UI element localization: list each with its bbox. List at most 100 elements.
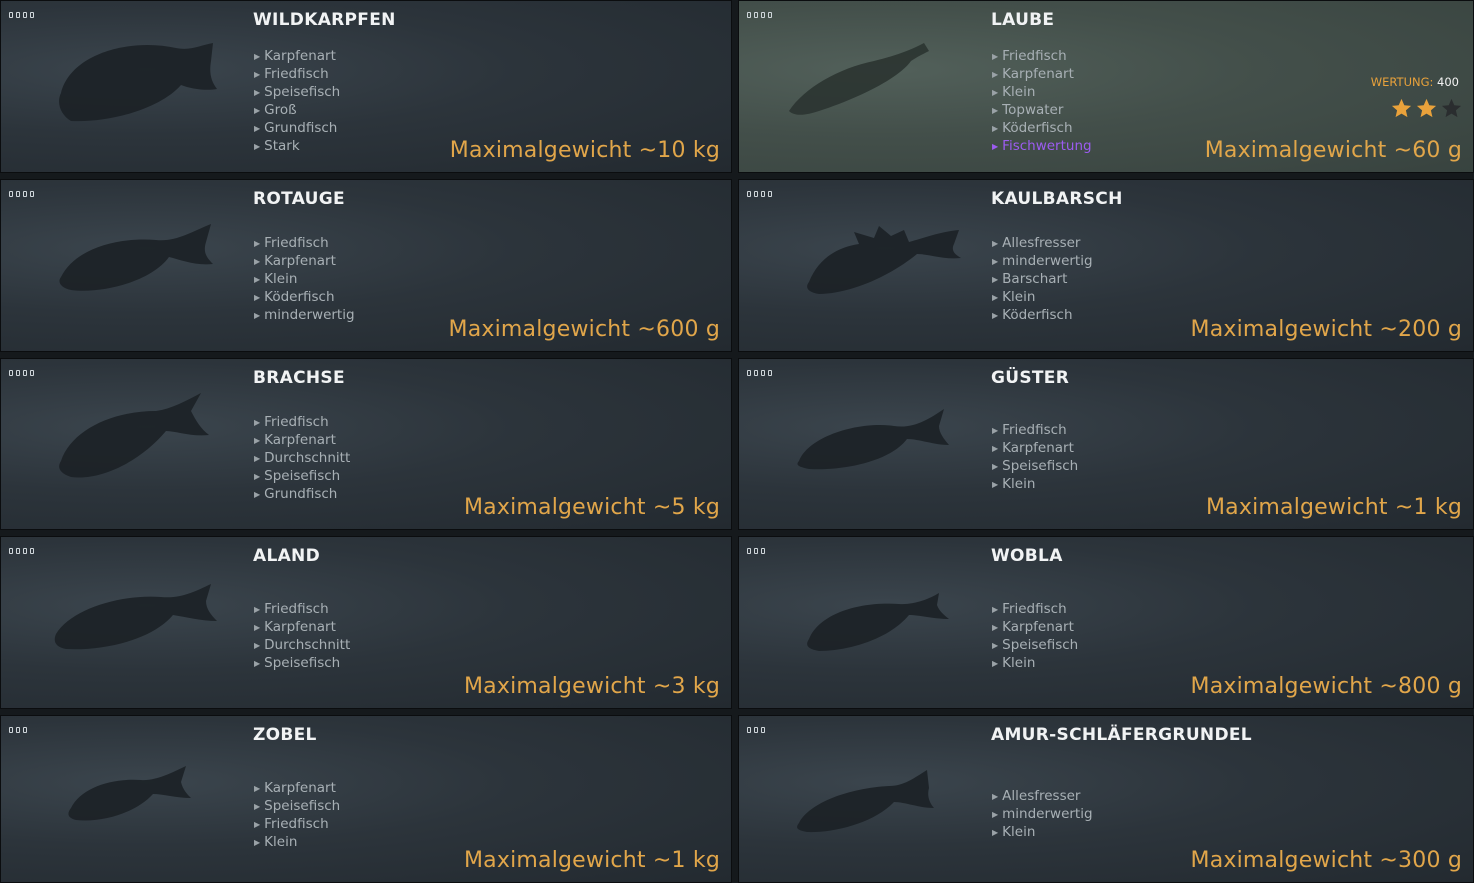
tag-label: Friedfisch <box>264 816 329 832</box>
difficulty-dot <box>30 191 34 197</box>
tag-label: Durchschnitt <box>264 450 351 466</box>
tag-arrow-icon: ▶ <box>254 436 261 445</box>
fish-card-amur-schläfergrundel[interactable]: AMUR-SCHLÄFERGRUNDEL ▶ Allesfresser ▶ minder… <box>738 715 1474 883</box>
tag-arrow-icon: ▶ <box>254 472 261 481</box>
tag-label: Köderfisch <box>1002 120 1073 136</box>
fish-card-rotauge[interactable]: ROTAUGE ▶ Friedfisch ▶ Karpfenart ▶ Klein ▶ Köde… <box>0 179 732 352</box>
fish-name: AMUR-SCHLÄFERGRUNDEL <box>991 725 1252 745</box>
rating-label: WERTUNG: <box>1370 75 1434 89</box>
fish-tag: ▶ Klein <box>992 84 1092 102</box>
tag-arrow-icon: ▶ <box>992 828 999 837</box>
fish-card-zobel[interactable]: ZOBEL ▶ Karpfenart ▶ Speisefisch ▶ Friedfisch ▶… <box>0 715 732 883</box>
fish-tag: ▶ Karpfenart <box>254 253 355 271</box>
fish-silhouette-icon <box>807 226 961 294</box>
fish-card-brachse[interactable]: BRACHSE ▶ Friedfisch ▶ Karpfenart ▶ Durchschni… <box>0 358 732 530</box>
tag-arrow-icon: ▶ <box>992 641 999 650</box>
tag-label: Friedfisch <box>264 66 329 82</box>
fish-tag: ▶ Friedfisch <box>254 816 340 834</box>
star-filled-icon <box>1416 98 1437 118</box>
tag-arrow-icon: ▶ <box>992 52 999 61</box>
tag-arrow-icon: ▶ <box>992 426 999 435</box>
tag-label: Speisefisch <box>264 655 341 671</box>
difficulty-dot <box>754 12 758 18</box>
fish-tag-list: ▶ Friedfisch ▶ Karpfenart ▶ Speisefisch ▶ Klein <box>992 601 1078 673</box>
fish-tag: ▶ Klein <box>254 271 355 289</box>
fish-card-wildkarpfen[interactable]: WILDKARPFEN ▶ Karpfenart ▶ Friedfisch ▶ Speise… <box>0 0 732 173</box>
tag-label: Karpfenart <box>1002 619 1074 635</box>
tag-label: Speisefisch <box>264 798 341 814</box>
difficulty-dot <box>761 548 765 554</box>
tag-arrow-icon: ▶ <box>254 820 261 829</box>
tag-label: Friedfisch <box>264 601 329 617</box>
fish-tag: ▶ minderwertig <box>992 253 1093 271</box>
fish-tag: ▶ Klein <box>254 834 340 852</box>
fish-tag: ▶ Klein <box>992 476 1078 494</box>
fish-card-kaulbarsch[interactable]: KAULBARSCH ▶ Allesfresser ▶ minderwertig ▶ Bar… <box>738 179 1474 352</box>
tag-arrow-icon: ▶ <box>254 659 261 668</box>
fish-tag: ▶ Grundfisch <box>254 486 350 504</box>
max-weight: Maximalgewicht ~600 g <box>448 317 720 342</box>
tag-label: Speisefisch <box>1002 637 1079 653</box>
fish-tag: ▶ Allesfresser <box>992 788 1093 806</box>
tag-arrow-icon: ▶ <box>992 124 999 133</box>
fish-tag: ▶ Klein <box>992 824 1093 842</box>
difficulty-dot <box>9 727 13 733</box>
max-weight: Maximalgewicht ~800 g <box>1190 674 1462 699</box>
fish-tag-list: ▶ Karpfenart ▶ Speisefisch ▶ Friedfisch ▶ Klein <box>254 780 340 852</box>
fish-card-wobla[interactable]: WOBLA ▶ Friedfisch ▶ Karpfenart ▶ Speisefisch ▶… <box>738 536 1474 709</box>
max-weight: Maximalgewicht ~1 kg <box>463 848 720 873</box>
tag-label: Karpfenart <box>264 619 336 635</box>
tag-arrow-icon: ▶ <box>254 454 261 463</box>
max-weight: Maximalgewicht ~200 g <box>1190 317 1462 342</box>
tag-arrow-icon: ▶ <box>254 275 261 284</box>
max-weight: Maximalgewicht ~5 kg <box>463 495 720 520</box>
tag-label: Allesfresser <box>1002 235 1081 251</box>
difficulty-dot <box>754 548 758 554</box>
tag-label: Friedfisch <box>1002 48 1067 64</box>
difficulty-dot <box>9 191 13 197</box>
tag-label: Karpfenart <box>264 48 336 64</box>
fish-rating-link[interactable]: ▶ Fischwertung <box>992 138 1092 156</box>
fish-tag: ▶ Durchschnitt <box>254 637 350 655</box>
difficulty-dot <box>23 191 27 197</box>
difficulty-dot <box>761 12 765 18</box>
difficulty-indicator <box>747 548 765 554</box>
difficulty-indicator <box>9 191 34 197</box>
fish-tag-list: ▶ Friedfisch ▶ Karpfenart ▶ Speisefisch ▶ Klein <box>992 422 1078 494</box>
fish-tag: ▶ Köderfisch <box>992 307 1093 325</box>
difficulty-dot <box>30 548 34 554</box>
tag-arrow-icon: ▶ <box>992 311 999 320</box>
tag-arrow-icon: ▶ <box>254 490 261 499</box>
max-weight: Maximalgewicht ~3 kg <box>463 674 720 699</box>
tag-label: Karpfenart <box>1002 66 1074 82</box>
difficulty-dot <box>9 370 13 376</box>
fish-card-güster[interactable]: GÜSTER ▶ Friedfisch ▶ Karpfenart ▶ Speisefisch… <box>738 358 1474 530</box>
tag-arrow-icon: ▶ <box>992 605 999 614</box>
fish-tag: ▶ Topwater <box>992 102 1092 120</box>
fish-tag-list: ▶ Allesfresser ▶ minderwertig ▶ Klein <box>992 788 1093 842</box>
tag-label: Allesfresser <box>1002 788 1081 804</box>
fish-name: KAULBARSCH <box>991 189 1123 209</box>
tag-label: Friedfisch <box>1002 422 1067 438</box>
tag-arrow-icon: ▶ <box>254 418 261 427</box>
tag-label: Klein <box>1002 476 1036 492</box>
tag-label: Friedfisch <box>264 414 329 430</box>
tag-arrow-icon: ▶ <box>254 142 261 151</box>
tag-label: Fischwertung <box>1002 138 1092 154</box>
fish-tag: ▶ Karpfenart <box>992 619 1078 637</box>
difficulty-indicator <box>747 727 765 733</box>
tag-arrow-icon: ▶ <box>254 623 261 632</box>
fish-card-laube[interactable]: LAUBE ▶ Friedfisch ▶ Karpfenart ▶ Klein ▶ Topwat… <box>738 0 1474 173</box>
fish-tag: ▶ Speisefisch <box>254 84 340 102</box>
fish-tag: ▶ Stark <box>254 138 340 156</box>
tag-label: Klein <box>264 271 298 287</box>
fish-tag: ▶ Friedfisch <box>992 48 1092 66</box>
tag-arrow-icon: ▶ <box>254 124 261 133</box>
tag-arrow-icon: ▶ <box>254 293 261 302</box>
fish-tag: ▶ Friedfisch <box>254 235 355 253</box>
tag-label: Grundfisch <box>264 486 338 502</box>
tag-arrow-icon: ▶ <box>254 838 261 847</box>
fish-tag: ▶ Friedfisch <box>992 422 1078 440</box>
tag-label: Klein <box>1002 824 1036 840</box>
fish-card-aland[interactable]: ALAND ▶ Friedfisch ▶ Karpfenart ▶ Durchschnitt… <box>0 536 732 709</box>
